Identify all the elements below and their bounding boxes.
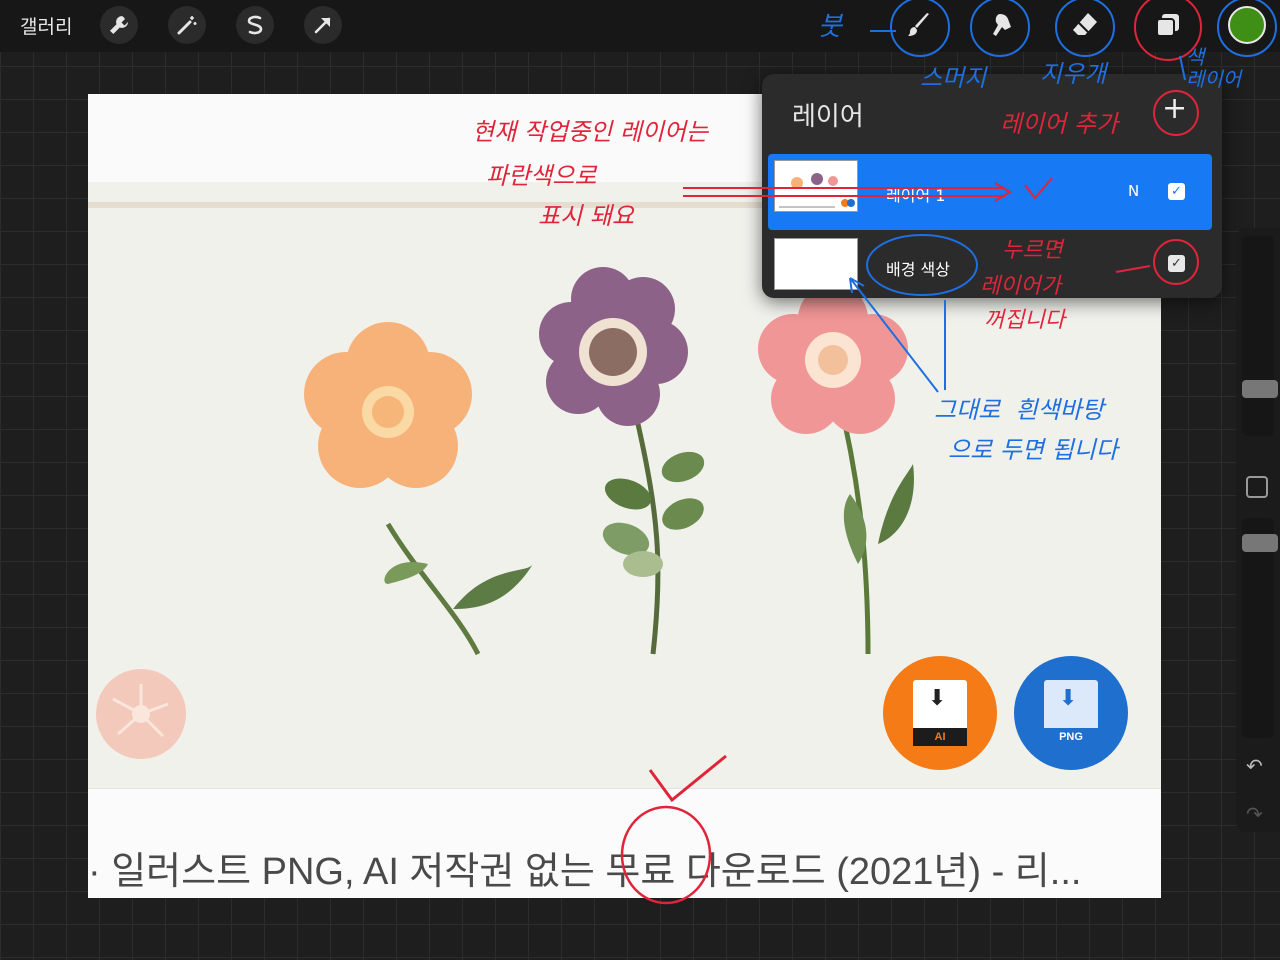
download-arrow-icon: ⬇ <box>928 686 947 711</box>
slider-knob[interactable] <box>1242 380 1278 398</box>
selection-icon[interactable] <box>236 6 274 44</box>
undo-icon[interactable]: ↶ <box>1246 754 1263 778</box>
caption-text-end: 다운로드 (2021년) - 리... <box>675 851 1082 893</box>
annotation-active-note: 파란색으로 <box>486 162 597 190</box>
annotation-toggle-note: 꺼집니다 <box>984 308 1065 333</box>
visibility-checkbox[interactable]: ✓ <box>1168 255 1185 272</box>
transform-arrow-icon[interactable] <box>304 6 342 44</box>
annotation-bg-note: 그대로 흰색바탕 <box>934 396 1104 424</box>
magic-wand-icon[interactable] <box>168 6 206 44</box>
annotation-toggle-note: 누르면 <box>1002 238 1063 263</box>
annotation-add-layer: 레이어 추가 <box>1000 110 1119 138</box>
annotation-bg-note: 으로 두면 됩니다 <box>948 436 1118 464</box>
blend-mode[interactable]: N <box>1128 182 1139 200</box>
eraser-icon[interactable] <box>1064 4 1106 46</box>
ai-file-label: AI <box>913 728 967 746</box>
download-arrow-icon: ⬇ <box>1059 686 1078 711</box>
annotation-eraser: 지우개 <box>1040 60 1107 88</box>
wrench-icon[interactable] <box>100 6 138 44</box>
download-ai-button[interactable]: ⬇ AI <box>883 656 997 770</box>
layers-icon[interactable] <box>1147 4 1189 46</box>
annotation-brush: 붓 <box>818 12 842 42</box>
png-file-label: PNG <box>1044 728 1098 746</box>
top-toolbar: 갤러리 <box>0 0 1280 52</box>
layer-thumbnail <box>774 238 858 290</box>
download-png-button[interactable]: ⬇ PNG <box>1014 656 1128 770</box>
annotation-color-layer: 색 레이어 <box>1186 45 1242 91</box>
annotation-active-note: 표시 돼요 <box>538 202 634 230</box>
brush-size-slider[interactable] <box>1242 236 1278 436</box>
gallery-button[interactable]: 갤러리 <box>20 12 72 39</box>
panel-title: 레이어 <box>792 102 864 132</box>
slider-knob[interactable] <box>1242 534 1278 552</box>
color-picker-button[interactable] <box>1228 6 1266 44</box>
annotation-toggle-note: 레이어가 <box>980 274 1061 299</box>
layer-name: 배경 색상 <box>886 260 950 279</box>
opacity-slider[interactable] <box>1242 518 1278 738</box>
canvas-caption: · 일러스트 PNG, AI 저작권 없는 무료 다운로드 (2021년) - … <box>88 840 1161 895</box>
caption-highlight: 무료 <box>605 851 676 893</box>
caption-text: · 일러스트 PNG, AI 저작권 없는 <box>88 851 606 893</box>
visibility-checkbox[interactable]: ✓ <box>1168 183 1185 200</box>
annotation-smudge: 스머지 <box>920 64 987 92</box>
layer-row-active[interactable]: 레이어 1 N ✓ <box>768 154 1212 230</box>
smudge-icon[interactable] <box>980 4 1022 46</box>
annotation-active-note: 현재 작업중인 레이어는 <box>472 118 709 146</box>
layer-name: 레이어 1 <box>886 186 946 205</box>
redo-icon[interactable]: ↷ <box>1246 802 1263 826</box>
modify-button[interactable] <box>1246 476 1268 498</box>
layers-panel: 레이어 + 레이어 1 N ✓ 배경 색상 ✓ <box>762 74 1222 298</box>
layer-thumbnail <box>774 160 858 212</box>
right-sidebar: ↶ ↷ <box>1236 228 1280 832</box>
plus-icon[interactable]: + <box>1162 94 1187 124</box>
brush-icon[interactable] <box>898 4 940 46</box>
